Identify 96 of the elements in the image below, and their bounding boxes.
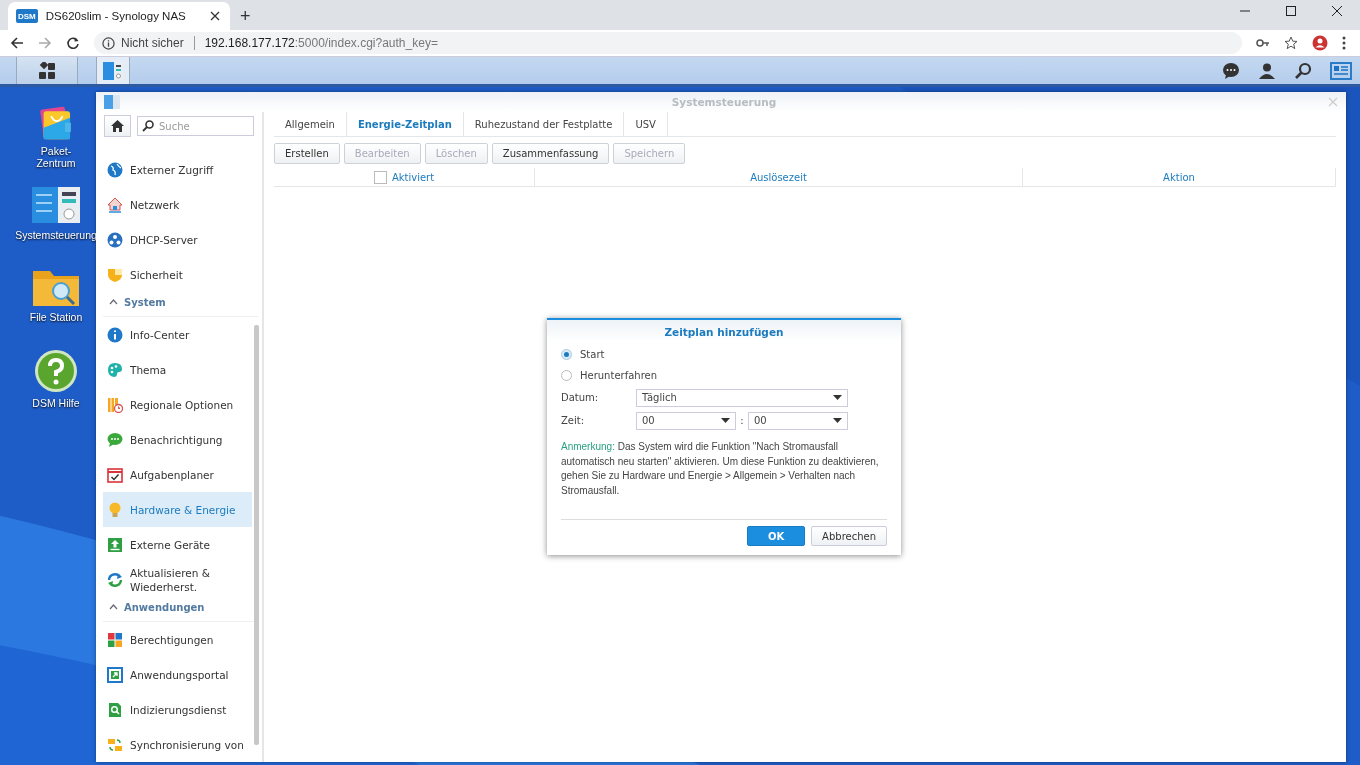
sidebar-item[interactable]: Benachrichtigung bbox=[103, 422, 252, 457]
house-icon bbox=[107, 196, 123, 213]
network-icon bbox=[107, 231, 123, 248]
folders-icon bbox=[107, 736, 123, 753]
caret-icon bbox=[833, 395, 842, 400]
desktop-icon-label[interactable]: DSM Hilfe bbox=[32, 397, 80, 409]
user-icon[interactable] bbox=[1258, 61, 1276, 80]
note-text: Anmerkung: Das System wird die Funktion "Nach Stromausfall automatisch neu starten" aktivieren. Um diese Funktion zu deaktivieren, gehen Sie zu Hardware und Energie > Allgemein > Verhalten nach Stromausfall. bbox=[561, 440, 880, 498]
main-menu-button[interactable] bbox=[16, 57, 78, 84]
column-header[interactable]: Aktion bbox=[1163, 171, 1195, 183]
help-icon[interactable] bbox=[34, 349, 78, 393]
chat-icon[interactable] bbox=[1222, 61, 1240, 80]
radio-label[interactable]: Herunterfahren bbox=[580, 370, 657, 381]
column-header[interactable]: Aktiviert bbox=[391, 171, 435, 183]
widgets-icon[interactable] bbox=[1330, 61, 1352, 80]
radio-label[interactable]: Start bbox=[580, 349, 605, 360]
control-panel-taskbar-button[interactable] bbox=[96, 57, 130, 84]
checkbox[interactable] bbox=[373, 170, 387, 184]
account-icon[interactable] bbox=[1312, 35, 1328, 51]
search-icon bbox=[142, 120, 154, 132]
globe-icon bbox=[107, 161, 123, 178]
desktop-icon-label[interactable]: Paket- Zentrum bbox=[36, 145, 76, 169]
home-icon bbox=[111, 120, 124, 132]
new-tab-button[interactable]: + bbox=[230, 2, 261, 30]
sidebar-item[interactable]: DHCP-Server bbox=[103, 222, 252, 257]
shield-icon bbox=[107, 266, 123, 283]
tab[interactable]: Energie-Zeitplan bbox=[346, 112, 464, 136]
star-icon[interactable] bbox=[1284, 36, 1298, 50]
close-icon[interactable] bbox=[1331, 4, 1343, 17]
sidebar-item[interactable]: Regionale Optionen bbox=[103, 387, 252, 422]
sidebar-item[interactable]: Hardware & Energie bbox=[103, 492, 252, 527]
sidebar-item[interactable]: Berechtigungen bbox=[103, 622, 252, 657]
reload-icon[interactable] bbox=[66, 36, 80, 50]
toolbar-button[interactable]: Zusammenfassung bbox=[491, 143, 610, 164]
browser-tab[interactable]: DSM DS620slim - Synology NAS bbox=[8, 2, 230, 30]
grid-icon bbox=[38, 61, 56, 80]
column-header[interactable]: Auslösezeit bbox=[750, 171, 807, 183]
palette-icon bbox=[107, 361, 123, 378]
sidebar-item[interactable]: Externe Geräte bbox=[103, 527, 252, 562]
map-clock-icon bbox=[107, 396, 123, 413]
hour-dropdown[interactable]: 00 bbox=[636, 411, 736, 430]
control-panel-icon[interactable] bbox=[32, 185, 80, 225]
address-field[interactable]: Nicht sicher 192.168.177.172:5000/index.cgi?auth_key= bbox=[94, 32, 1242, 54]
ok-button[interactable]: OK bbox=[747, 526, 806, 546]
minute-dropdown[interactable]: 00 bbox=[748, 411, 848, 430]
sidebar-item[interactable]: Externer Zugriff bbox=[103, 152, 252, 187]
tab-favicon: DSM bbox=[16, 9, 38, 23]
sidebar-item[interactable]: Synchronisierung von bbox=[103, 727, 252, 762]
chat-icon bbox=[107, 431, 123, 448]
field-label: Zeit: bbox=[561, 415, 586, 426]
tab-title: DS620slim - Synology NAS bbox=[45, 10, 187, 22]
colored-squares-icon bbox=[107, 631, 123, 648]
app-icon bbox=[104, 95, 120, 109]
info-icon bbox=[107, 326, 123, 343]
date-dropdown[interactable]: Täglich bbox=[636, 388, 848, 407]
chevron-icon bbox=[109, 299, 118, 305]
sidebar-item[interactable]: Anwendungsportal bbox=[103, 657, 252, 692]
calendar-icon bbox=[107, 466, 123, 483]
search-field[interactable]: Suche bbox=[137, 116, 254, 136]
radio-button[interactable] bbox=[561, 370, 572, 381]
desktop-icon-label[interactable]: Systemsteuerung bbox=[15, 229, 97, 241]
info-icon[interactable] bbox=[102, 36, 115, 50]
back-icon[interactable] bbox=[10, 36, 24, 50]
close-icon[interactable] bbox=[210, 11, 220, 21]
sidebar-item[interactable]: Aufgabenplaner bbox=[103, 457, 252, 492]
scrollbar[interactable] bbox=[254, 325, 259, 745]
security-label: Nicht sicher bbox=[121, 36, 184, 50]
tab[interactable]: USV bbox=[624, 112, 668, 136]
menu-icon[interactable] bbox=[1342, 36, 1346, 50]
tab[interactable]: Allgemein bbox=[274, 112, 347, 136]
search-document-icon bbox=[107, 701, 123, 718]
maximize-icon[interactable] bbox=[1285, 4, 1297, 17]
time-separator: : bbox=[739, 415, 745, 426]
home-button[interactable] bbox=[104, 115, 131, 137]
key-icon[interactable] bbox=[1256, 36, 1270, 50]
caret-icon bbox=[833, 418, 842, 423]
window-title: Systemsteuerung bbox=[670, 96, 778, 108]
section-header[interactable]: System bbox=[103, 288, 258, 317]
sidebar-item[interactable]: Netzwerk bbox=[103, 187, 252, 222]
tab[interactable]: Ruhezustand der Festplatte bbox=[463, 112, 625, 136]
upload-icon bbox=[107, 536, 123, 553]
lightbulb-icon bbox=[107, 501, 123, 518]
cancel-button[interactable]: Abbrechen bbox=[811, 526, 887, 546]
caret-icon bbox=[721, 418, 730, 423]
sidebar-item[interactable]: Indizierungsdienst bbox=[103, 692, 252, 727]
toolbar-button[interactable]: Erstellen bbox=[274, 143, 340, 164]
field-label: Datum: bbox=[561, 392, 600, 403]
desktop-icon-label[interactable]: File Station bbox=[29, 311, 83, 323]
dialog-title: Zeitplan hinzufügen bbox=[547, 320, 901, 342]
sync-icon bbox=[107, 571, 123, 588]
sidebar-item[interactable]: Thema bbox=[103, 352, 252, 387]
search-icon[interactable] bbox=[1294, 61, 1312, 80]
arrow-square-icon bbox=[107, 666, 123, 683]
sidebar-item[interactable]: Info-Center bbox=[103, 317, 252, 352]
window-icon bbox=[102, 59, 124, 82]
chevron-icon bbox=[109, 604, 118, 610]
